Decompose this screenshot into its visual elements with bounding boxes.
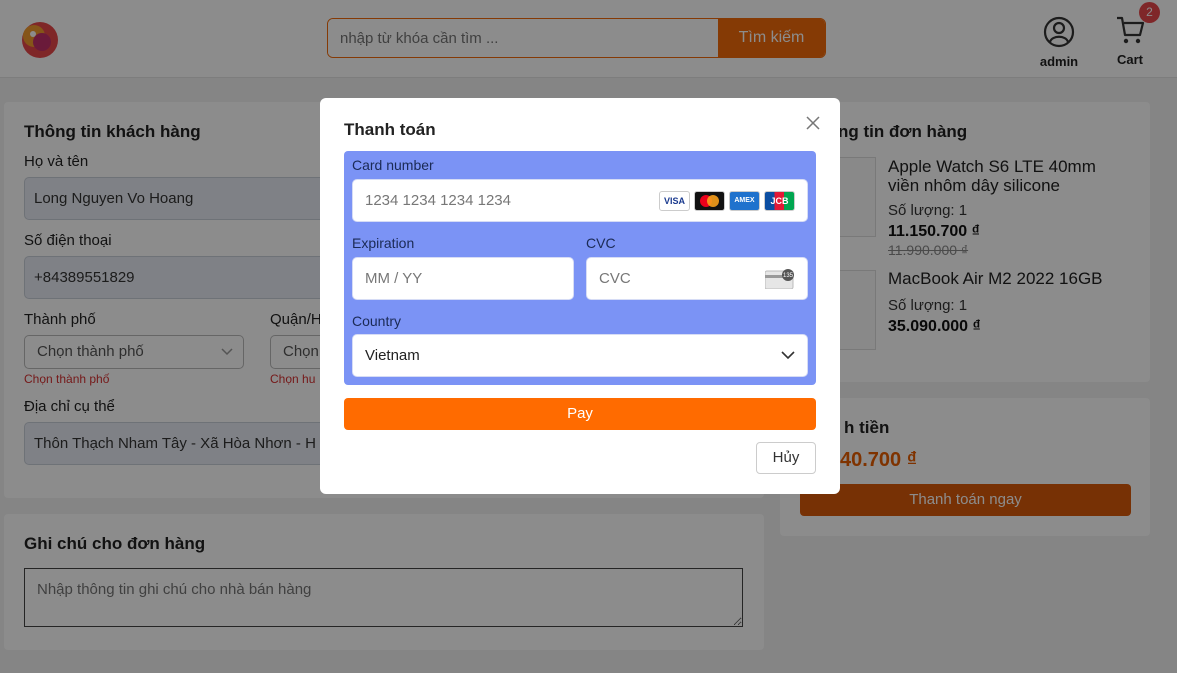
cvc-input[interactable]: CVC 135 <box>586 257 808 300</box>
close-icon[interactable] <box>804 114 822 132</box>
visa-icon: VISA <box>659 191 690 211</box>
expiration-label: Expiration <box>352 235 415 251</box>
jcb-icon: JCB <box>764 191 795 211</box>
cancel-button[interactable]: Hủy <box>756 442 816 474</box>
payment-modal: Thanh toán Card number 1234 1234 1234 12… <box>320 98 840 494</box>
card-payment-form: Card number 1234 1234 1234 1234 VISA AME… <box>344 151 816 385</box>
expiration-input[interactable]: MM / YY <box>352 257 574 300</box>
mastercard-icon <box>694 191 725 211</box>
card-brands: VISA AMEX JCB <box>659 191 795 211</box>
amex-icon: AMEX <box>729 191 760 211</box>
cvc-card-icon: 135 <box>765 269 794 289</box>
modal-title: Thanh toán <box>344 120 436 139</box>
pay-button[interactable]: Pay <box>344 398 816 430</box>
cvc-label: CVC <box>586 235 616 251</box>
chevron-down-icon <box>781 351 795 360</box>
cvc-badge-text: 135 <box>783 273 794 279</box>
country-select[interactable]: Vietnam <box>352 334 808 377</box>
country-label: Country <box>352 313 402 329</box>
card-number-input[interactable]: 1234 1234 1234 1234 VISA AMEX JCB <box>352 179 808 222</box>
card-number-label: Card number <box>352 157 434 173</box>
card-number-placeholder: 1234 1234 1234 1234 <box>365 192 511 209</box>
country-value: Vietnam <box>365 347 420 364</box>
cvc-placeholder: CVC <box>599 270 631 287</box>
